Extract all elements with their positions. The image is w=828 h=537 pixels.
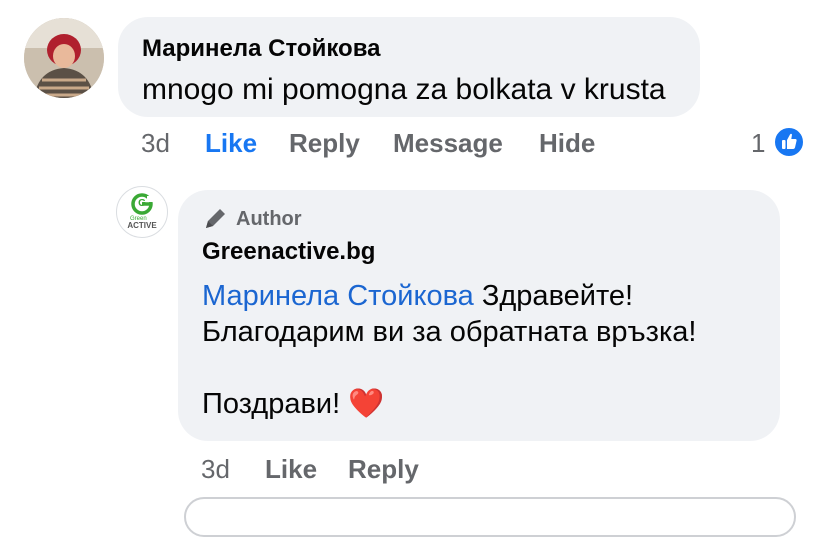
- comment-reply-button[interactable]: Reply: [289, 128, 360, 159]
- page-avatar[interactable]: G Green ACTIVE: [116, 186, 168, 238]
- commenter-avatar[interactable]: [24, 18, 104, 98]
- reply-thanks: Благодарим ви за обратната връзка!: [202, 316, 697, 348]
- reply-text: Маринела Стойкова Здравейте! Благодарим …: [202, 278, 696, 422]
- comment-author-name[interactable]: Маринела Стойкова: [142, 35, 380, 63]
- reply-signoff: Поздрави!: [202, 388, 341, 420]
- comment-message-button[interactable]: Message: [393, 128, 503, 159]
- greenactive-logo: G Green ACTIVE: [127, 193, 157, 230]
- reply-reply-button[interactable]: Reply: [348, 454, 419, 485]
- logo-big-text: ACTIVE: [127, 221, 157, 230]
- reaction-count[interactable]: 1: [751, 128, 765, 159]
- author-badge-label: Author: [236, 208, 302, 230]
- reply-timestamp[interactable]: 3d: [201, 454, 230, 485]
- reply-author-name[interactable]: Greenactive.bg: [202, 238, 375, 266]
- user-avatar-photo: [24, 18, 104, 98]
- pencil-icon: [206, 209, 225, 228]
- mention-link[interactable]: Маринела Стойкова: [202, 280, 474, 312]
- reply-input-box[interactable]: [184, 497, 796, 537]
- reply-like-button[interactable]: Like: [265, 454, 317, 485]
- comment-timestamp[interactable]: 3d: [141, 128, 170, 159]
- thumbs-up-icon[interactable]: [773, 126, 805, 158]
- comment-text: mnogo mi pomogna za bolkata v krusta: [142, 73, 666, 106]
- red-heart-emoji: ❤️: [348, 388, 385, 420]
- comment-hide-button[interactable]: Hide: [539, 128, 595, 159]
- comment-bubble: Маринела Стойкова mnogo mi pomogna za bo…: [118, 17, 700, 117]
- comment-like-button[interactable]: Like: [205, 128, 257, 159]
- reply-greeting: Здравейте!: [473, 280, 634, 312]
- reply-bubble: Author Greenactive.bg Маринела Стойкова …: [178, 190, 780, 441]
- comment-actions: 3d Like Reply Message Hide: [0, 128, 828, 162]
- reply-actions: 3d Like Reply: [0, 454, 828, 488]
- logo-letter: G: [138, 198, 146, 209]
